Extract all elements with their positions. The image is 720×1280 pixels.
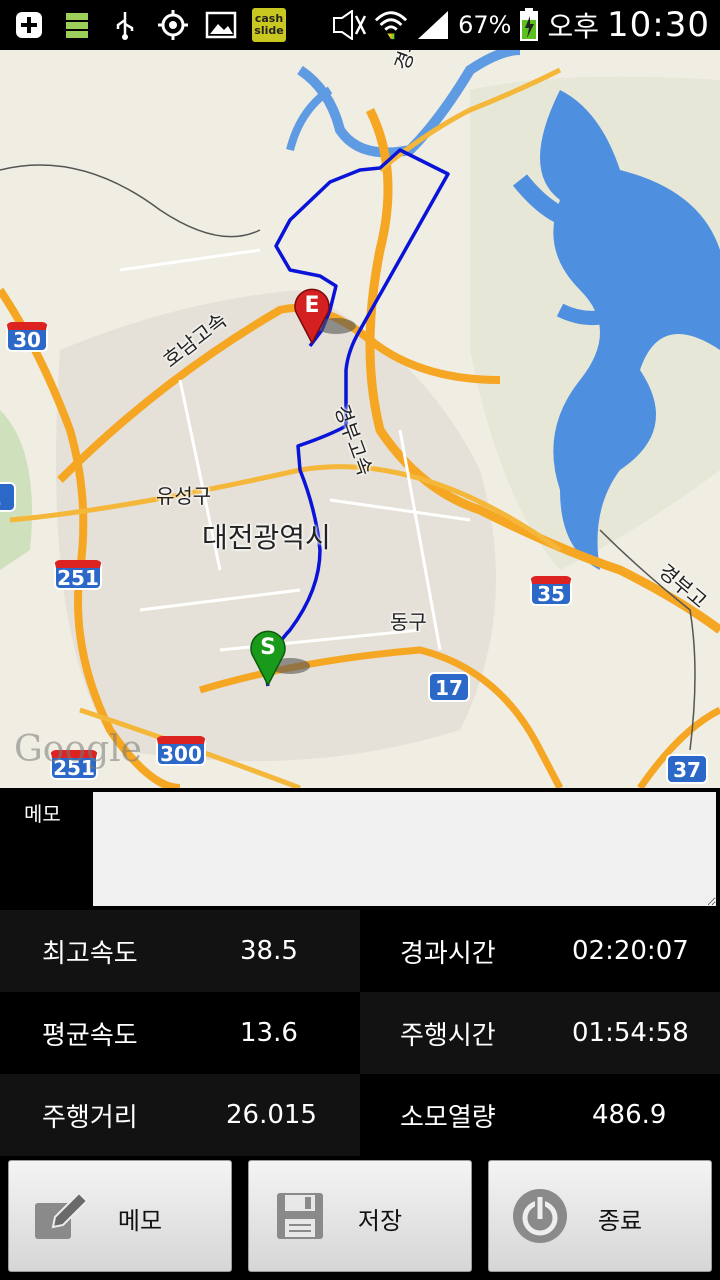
stat-cell-left: 최고속도 38.5 bbox=[0, 910, 360, 992]
memo-label: 메모 bbox=[24, 802, 61, 826]
stat-row: 평균속도 13.6 주행시간 01:54:58 bbox=[0, 992, 720, 1074]
stat-value: 38.5 bbox=[240, 936, 298, 966]
button-bar: 메모 저장 종료 bbox=[0, 1156, 720, 1280]
wifi-icon bbox=[374, 8, 408, 42]
stat-label: 주행거리 bbox=[42, 1102, 138, 1133]
shield-37: 37 bbox=[666, 754, 708, 784]
end-marker[interactable]: E bbox=[294, 288, 330, 344]
save-button-label: 저장 bbox=[357, 1207, 403, 1235]
stat-label: 주행시간 bbox=[400, 1020, 496, 1051]
stats-table: 최고속도 38.5 경과시간 02:20:07 평균속도 13.6 주행시간 0… bbox=[0, 910, 720, 1156]
stat-value: 486.9 bbox=[592, 1100, 667, 1130]
shield-30: 30 bbox=[6, 322, 48, 352]
label-donggu: 동구 bbox=[390, 610, 427, 634]
stat-cell-left: 주행거리 26.015 bbox=[0, 1074, 360, 1156]
clock-time: 10:30 bbox=[607, 5, 710, 45]
end-marker-label: E bbox=[304, 293, 320, 318]
shield-17: 17 bbox=[428, 672, 470, 702]
shield-2: 2 bbox=[0, 482, 16, 512]
start-marker-label: S bbox=[260, 635, 276, 660]
memo-row: 메모 bbox=[0, 788, 720, 910]
memo-button-label: 메모 bbox=[117, 1207, 163, 1235]
usb-icon bbox=[108, 8, 142, 42]
stat-cell-right: 경과시간 02:20:07 bbox=[360, 910, 720, 992]
battery-percent: 67% bbox=[458, 11, 512, 39]
storage-icon bbox=[60, 8, 94, 42]
stat-label: 경과시간 bbox=[400, 938, 496, 969]
stat-cell-right: 소모열량 486.9 bbox=[360, 1074, 720, 1156]
stat-cell-right: 주행시간 01:54:58 bbox=[360, 992, 720, 1074]
stat-value: 01:54:58 bbox=[572, 1018, 689, 1048]
stat-value: 13.6 bbox=[240, 1018, 298, 1048]
battery-icon bbox=[519, 8, 539, 42]
stat-value: 02:20:07 bbox=[572, 936, 689, 966]
gps-icon bbox=[156, 8, 190, 42]
label-yuseong: 유성구 bbox=[156, 484, 212, 508]
clock-ampm: 오후 bbox=[547, 10, 600, 43]
map-view[interactable]: E S 대전광역시 유성구 동구 호남고속 경부고속 경부고 경부 30 251… bbox=[0, 50, 720, 788]
stat-value: 26.015 bbox=[226, 1100, 317, 1130]
exit-button-label: 종료 bbox=[597, 1207, 643, 1235]
stat-row: 최고속도 38.5 경과시간 02:20:07 bbox=[0, 910, 720, 992]
shield-35: 35 bbox=[530, 576, 572, 606]
add-icon bbox=[12, 8, 46, 42]
memo-button[interactable]: 메모 bbox=[8, 1160, 232, 1272]
stat-label: 평균속도 bbox=[42, 1020, 138, 1051]
google-attribution: Google bbox=[14, 729, 142, 770]
mute-icon bbox=[332, 8, 367, 42]
exit-button[interactable]: 종료 bbox=[488, 1160, 712, 1272]
stat-label: 소모열량 bbox=[400, 1102, 496, 1133]
memo-input[interactable] bbox=[93, 792, 716, 906]
stat-row: 주행거리 26.015 소모열량 486.9 bbox=[0, 1074, 720, 1156]
image-icon bbox=[204, 8, 238, 42]
stat-cell-left: 평균속도 13.6 bbox=[0, 992, 360, 1074]
save-button[interactable]: 저장 bbox=[248, 1160, 472, 1272]
cashslide-icon: cash slide bbox=[252, 8, 286, 42]
shield-251-a: 251 bbox=[54, 560, 102, 590]
start-marker[interactable]: S bbox=[250, 630, 286, 686]
shield-300: 300 bbox=[156, 736, 206, 766]
signal-icon bbox=[416, 8, 450, 42]
status-bar: cash slide 67% 오후 10:30 bbox=[0, 0, 720, 50]
label-daejeon: 대전광역시 bbox=[202, 521, 331, 554]
stat-label: 최고속도 bbox=[42, 938, 138, 969]
